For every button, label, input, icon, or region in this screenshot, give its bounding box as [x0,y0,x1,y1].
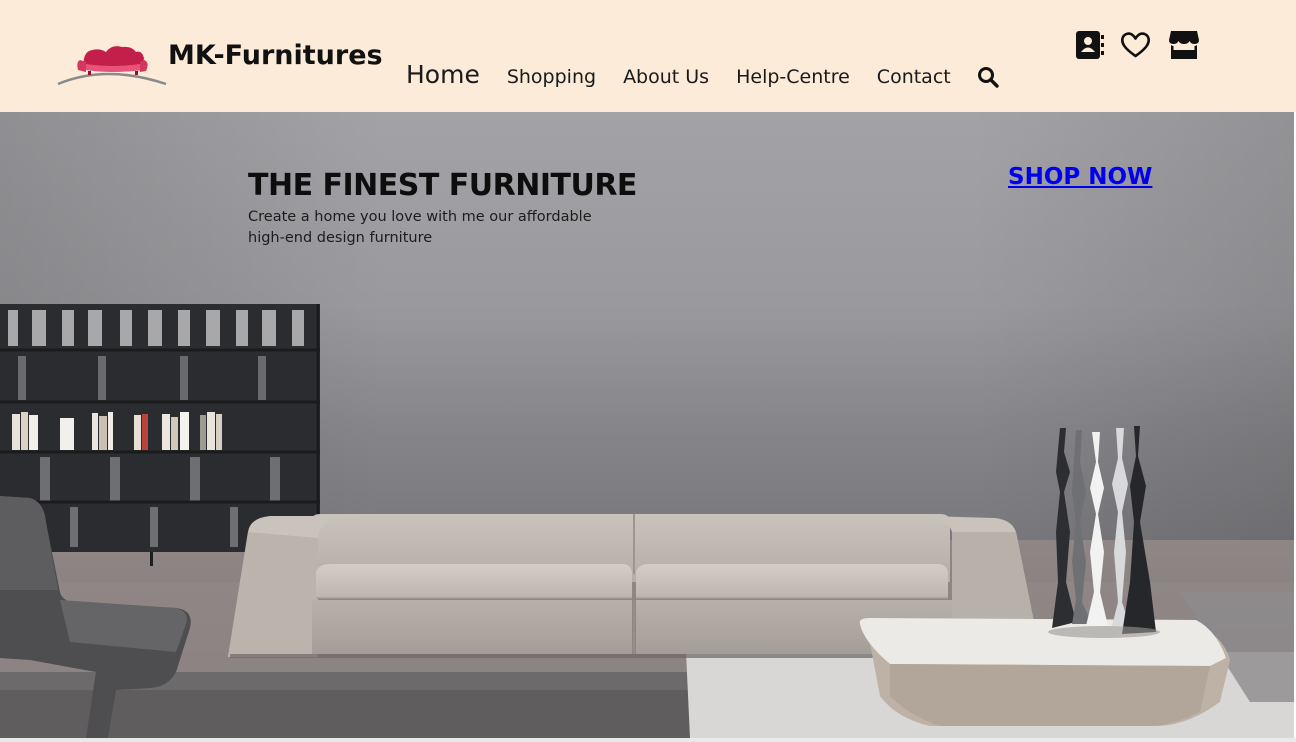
nav-item-help-centre[interactable]: Help-Centre [736,66,850,88]
nav-item-contact[interactable]: Contact [877,66,951,88]
address-book-icon[interactable] [1075,30,1105,60]
sofa-logo-icon[interactable] [56,38,168,90]
brand-name[interactable]: MK-Furnitures [168,40,383,71]
hero-title: THE FINEST FURNITURE [248,168,637,203]
site-header: MK-Furnitures Home Shopping About Us Hel… [0,0,1296,112]
nav-item-home[interactable]: Home [406,60,480,89]
coffee-table [859,618,1230,726]
page-bottom-edge [0,738,1296,742]
heart-icon[interactable] [1120,30,1151,60]
hero-subtitle: Create a home you love with me our affor… [248,209,592,246]
search-icon[interactable] [977,66,999,88]
hero-banner: THE FINEST FURNITURE Create a home you l… [0,112,1294,738]
nav-item-about-us[interactable]: About Us [623,66,709,88]
store-icon[interactable] [1168,30,1200,60]
shop-now-link[interactable]: SHOP NOW [1008,164,1152,190]
living-room-image [0,112,1294,738]
nav-item-shopping[interactable]: Shopping [507,66,596,88]
main-nav: Home Shopping About Us Help-Centre Conta… [406,60,979,96]
